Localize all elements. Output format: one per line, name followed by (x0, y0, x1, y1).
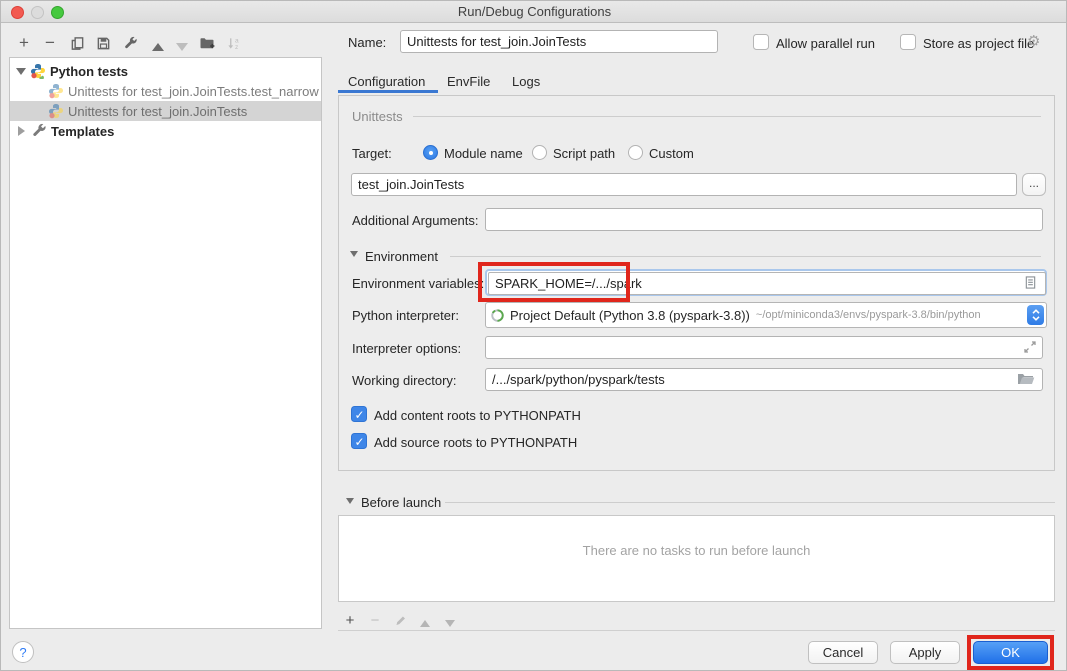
store-as-project-file-label: Store as project file (923, 36, 1034, 51)
panel-bottom-divider (338, 630, 1055, 631)
expand-field-icon[interactable] (1023, 340, 1037, 354)
tab-logs[interactable]: Logs (512, 71, 540, 93)
before-launch-empty-message: There are no tasks to run before launch (338, 543, 1055, 558)
python-interpreter-value: Project Default (Python 3.8 (pyspark-3.8… (510, 308, 750, 323)
target-label: Target: (352, 146, 392, 161)
expander-open-icon[interactable] (16, 68, 26, 75)
active-tab-indicator (338, 90, 438, 93)
tree-item-python-tests[interactable]: Python tests (10, 61, 321, 81)
additional-arguments-input[interactable] (485, 208, 1043, 231)
remove-configuration-icon[interactable]: − (41, 34, 59, 52)
group-divider (413, 116, 1041, 117)
tree-item-unittests-jointests-selected[interactable]: Unittests for test_join.JoinTests (10, 101, 321, 121)
add-source-roots-label: Add source roots to PYTHONPATH (374, 435, 577, 450)
edit-task-icon (392, 612, 408, 628)
allow-parallel-run-label: Allow parallel run (776, 36, 875, 51)
environment-group-label: Environment (365, 249, 438, 264)
help-button[interactable]: ? (12, 641, 34, 663)
target-input[interactable] (351, 173, 1017, 196)
python-interpreter-select[interactable]: Project Default (Python 3.8 (pyspark-3.8… (485, 302, 1047, 328)
add-source-roots-checkbox[interactable] (351, 433, 367, 449)
move-down-icon (173, 38, 191, 56)
folder-icon[interactable] (1017, 372, 1035, 386)
environment-variables-label: Environment variables: (352, 276, 484, 291)
add-configuration-icon[interactable]: + (15, 34, 33, 52)
unittests-group-label: Unittests (352, 109, 403, 124)
copy-configuration-icon[interactable] (68, 34, 86, 52)
edit-variables-icon[interactable] (1024, 275, 1037, 290)
python-test-config-icon (48, 103, 64, 119)
sort-configurations-icon: az (225, 34, 243, 52)
apply-button[interactable]: Apply (890, 641, 960, 664)
move-task-up-icon (417, 615, 433, 631)
templates-wrench-icon (31, 123, 47, 139)
save-configuration-icon[interactable] (94, 34, 112, 52)
move-up-icon[interactable] (149, 38, 167, 56)
configurations-tree-panel: Python tests Unittests for test_join.Joi… (9, 57, 322, 629)
working-directory-label: Working directory: (352, 373, 457, 388)
python-interpreter-path: ~/opt/miniconda3/envs/pyspark-3.8/bin/py… (756, 309, 981, 321)
tab-envfile[interactable]: EnvFile (447, 71, 490, 93)
before-launch-task-list[interactable] (338, 515, 1055, 602)
edit-templates-icon[interactable] (121, 34, 139, 52)
store-as-project-file-checkbox[interactable] (900, 34, 916, 50)
additional-arguments-label: Additional Arguments: (352, 213, 478, 228)
run-debug-configurations-dialog: Run/Debug Configurations + − az Python t… (0, 0, 1067, 671)
environment-variables-annotation-box (478, 262, 630, 302)
tree-item-label: Unittests for test_join.JoinTests (68, 104, 247, 119)
new-folder-icon[interactable] (198, 34, 216, 52)
store-options-gear-icon[interactable]: ⚙ (1027, 32, 1040, 50)
radio-script-path-label: Script path (553, 146, 615, 161)
remove-task-icon: − (367, 612, 383, 628)
interpreter-dropdown-stepper-icon[interactable] (1027, 305, 1044, 325)
working-directory-input[interactable] (485, 368, 1043, 391)
add-content-roots-label: Add content roots to PYTHONPATH (374, 408, 581, 423)
environment-collapse-icon[interactable] (350, 251, 358, 257)
group-divider (445, 502, 1055, 503)
add-task-icon[interactable]: + (342, 612, 358, 628)
radio-script-path[interactable] (532, 145, 547, 160)
group-divider (450, 256, 1041, 257)
name-input[interactable] (400, 30, 718, 53)
interpreter-options-input[interactable] (485, 336, 1043, 359)
conda-interpreter-icon (490, 308, 505, 323)
tree-item-label: Templates (51, 124, 114, 139)
python-interpreter-label: Python interpreter: (352, 308, 459, 323)
before-launch-group-label: Before launch (361, 495, 441, 510)
name-label: Name: (348, 35, 386, 50)
add-content-roots-checkbox[interactable] (351, 406, 367, 422)
move-task-down-icon (442, 615, 458, 631)
window-title: Run/Debug Configurations (1, 1, 1067, 23)
python-tests-icon (30, 63, 46, 79)
browse-button[interactable]: ... (1022, 173, 1046, 196)
python-test-config-icon (48, 83, 64, 99)
radio-module-name-label: Module name (444, 146, 523, 161)
tree-item-unittests-test-narrow[interactable]: Unittests for test_join.JoinTests.test_n… (10, 81, 321, 101)
expander-closed-icon[interactable] (18, 126, 25, 136)
svg-text:z: z (234, 44, 237, 51)
ok-button-annotation-box (967, 635, 1054, 670)
radio-custom-label: Custom (649, 146, 694, 161)
radio-custom[interactable] (628, 145, 643, 160)
tree-item-label: Unittests for test_join.JoinTests.test_n… (68, 84, 319, 99)
before-launch-collapse-icon[interactable] (346, 498, 354, 504)
radio-module-name[interactable] (423, 145, 438, 160)
allow-parallel-run-checkbox[interactable] (753, 34, 769, 50)
cancel-button[interactable]: Cancel (808, 641, 878, 664)
interpreter-options-label: Interpreter options: (352, 341, 461, 356)
tree-item-label: Python tests (50, 64, 128, 79)
tree-item-templates[interactable]: Templates (10, 121, 321, 141)
